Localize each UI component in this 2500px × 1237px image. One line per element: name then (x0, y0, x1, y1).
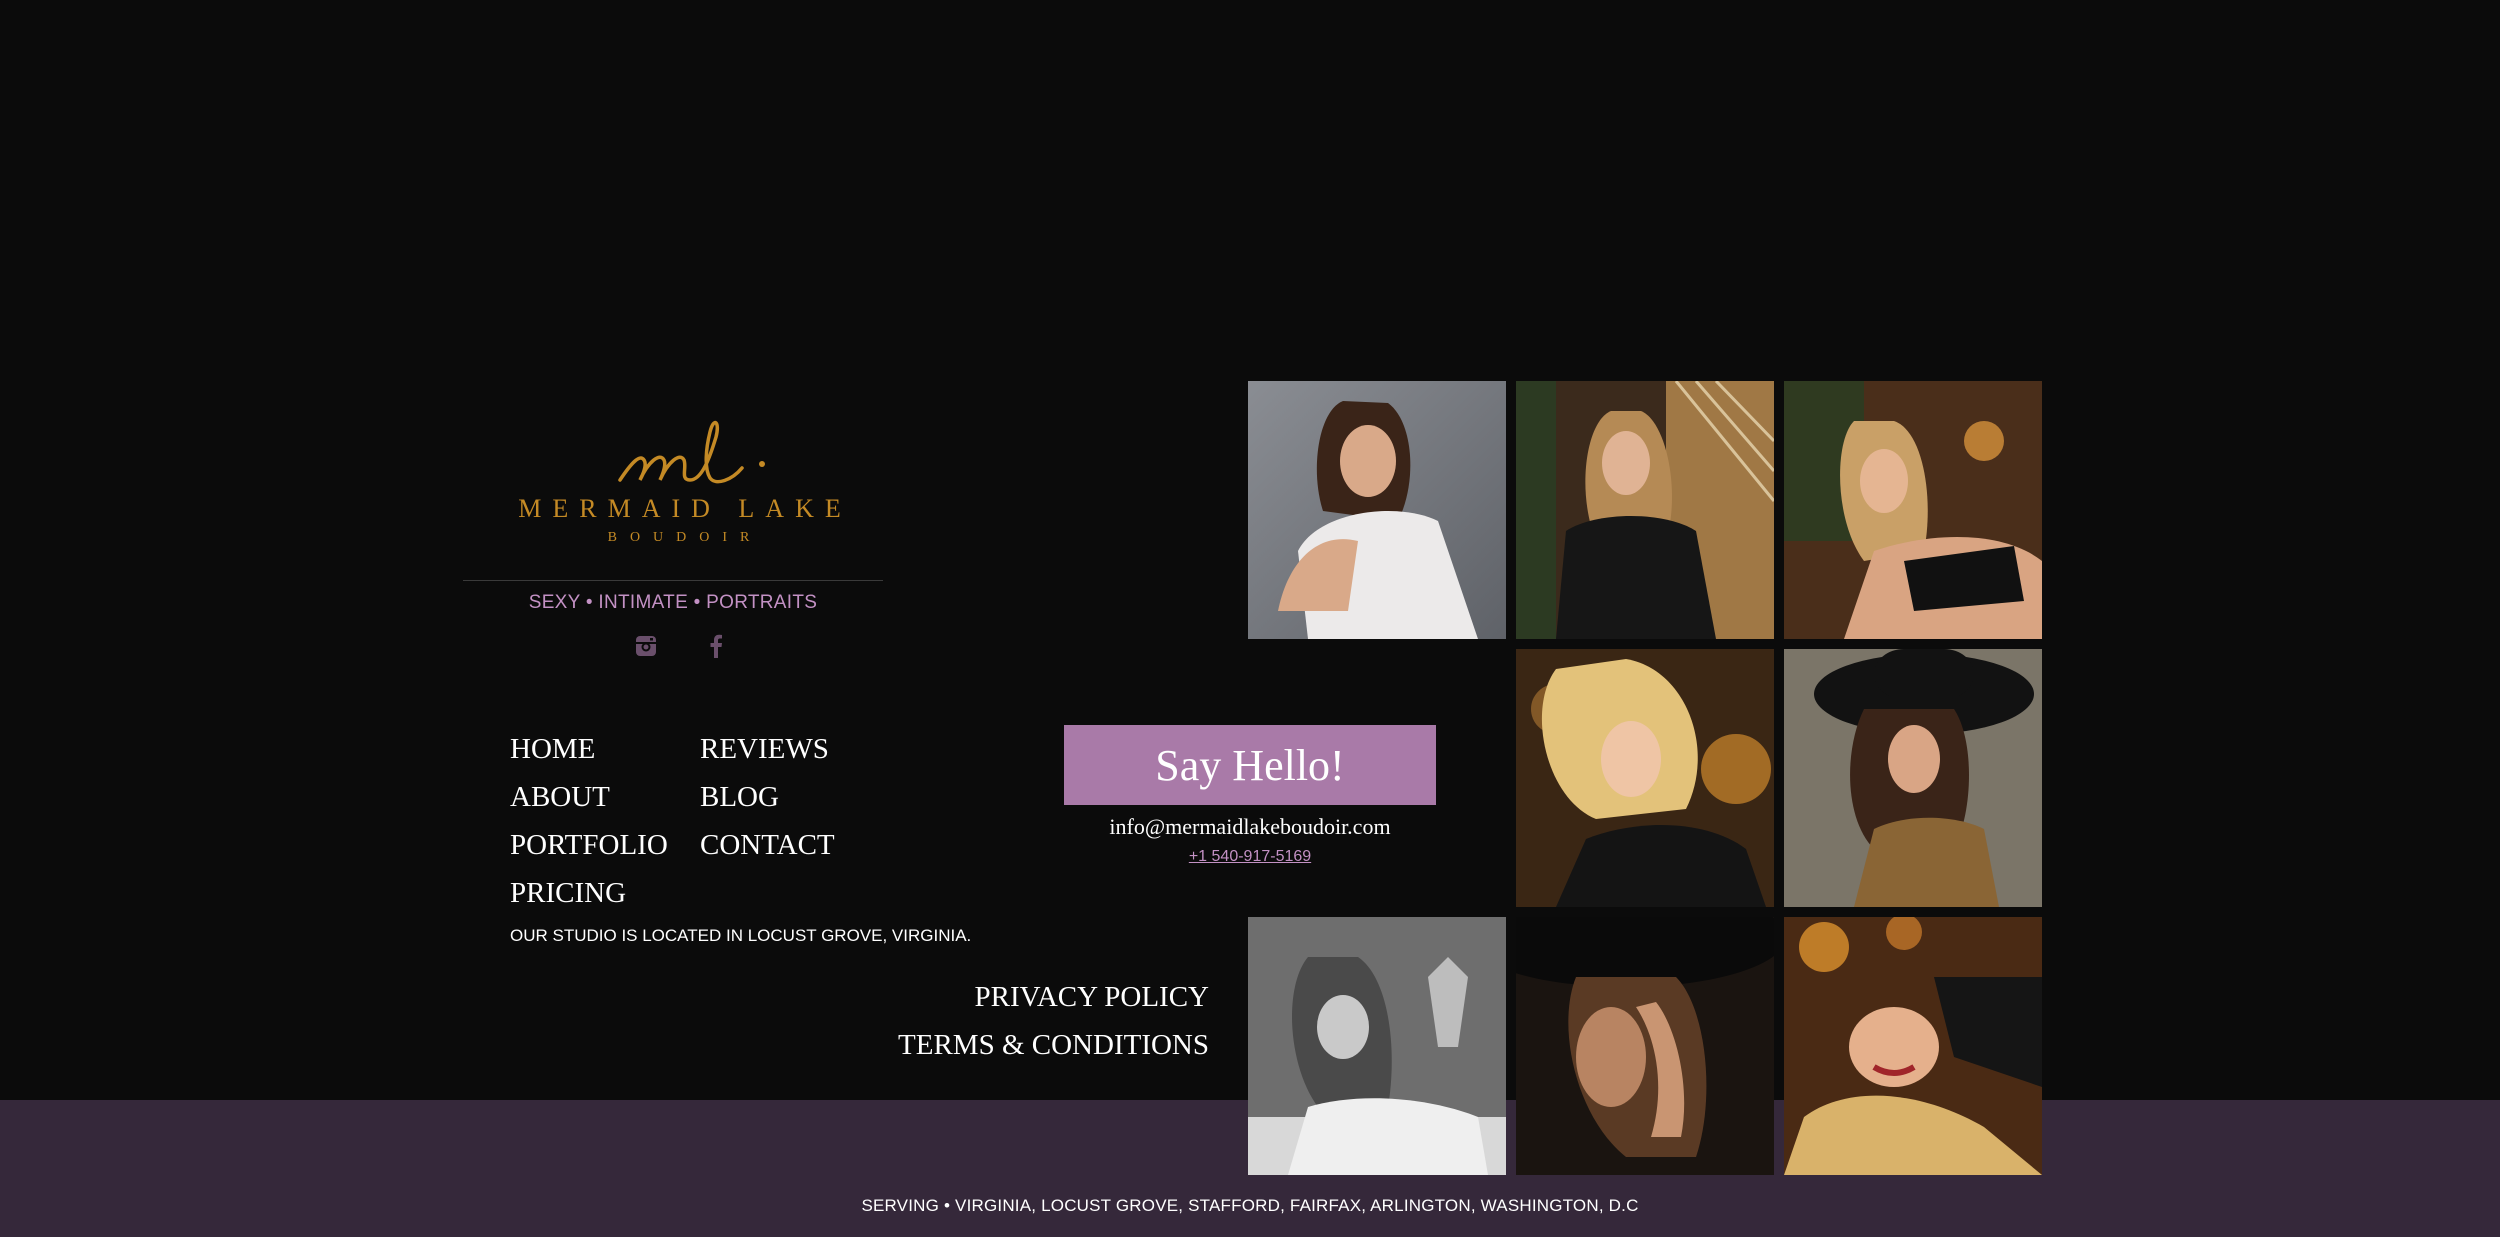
nav-pricing[interactable]: PRICING (510, 877, 626, 910)
instagram-icon[interactable] (632, 632, 660, 660)
privacy-policy-link[interactable]: PRIVACY POLICY (975, 981, 1209, 1014)
serving-areas-text: SERVING • VIRGINIA, LOCUST GROVE, STAFFO… (861, 1196, 1639, 1215)
nav-home[interactable]: HOME (510, 733, 595, 766)
nav-about[interactable]: ABOUT (510, 781, 610, 814)
brand-subtitle: BOUDOIR (607, 530, 763, 545)
photo-lying-smile[interactable] (1784, 917, 2042, 1175)
photo-black-lingerie[interactable] (1784, 381, 2042, 639)
brand-name: MERMAID LAKE (518, 494, 852, 523)
terms-conditions-link[interactable]: TERMS & CONDITIONS (898, 1029, 1209, 1062)
photo-leather-jacket[interactable] (1516, 381, 1774, 639)
photo-black-hat-leopard[interactable] (1784, 649, 2042, 907)
nav-portfolio[interactable]: PORTFOLIO (510, 829, 668, 862)
nav-contact[interactable]: CONTACT (700, 829, 835, 862)
divider (463, 580, 883, 581)
photo-blonde-curls[interactable] (1516, 649, 1774, 907)
photo-hat-closeup[interactable] (1516, 917, 1774, 1175)
say-hello-button[interactable]: Say Hello! (1064, 725, 1436, 805)
nav-blog[interactable]: BLOG (700, 781, 779, 814)
photo-white-robe[interactable] (1248, 381, 1506, 639)
photo-black-white[interactable] (1248, 917, 1506, 1175)
brand-monogram-logo[interactable] (610, 402, 770, 502)
nav-reviews[interactable]: REVIEWS (700, 733, 829, 766)
contact-phone-link[interactable]: +1 540-917-5169 (1064, 848, 1436, 866)
studio-location-note: OUR STUDIO IS LOCATED IN LOCUST GROVE, V… (510, 926, 972, 945)
brand-tagline: SEXY • INTIMATE • PORTRAITS (528, 592, 818, 613)
facebook-icon[interactable] (702, 632, 730, 660)
contact-email[interactable]: info@mermaidlakeboudoir.com (1064, 814, 1436, 840)
